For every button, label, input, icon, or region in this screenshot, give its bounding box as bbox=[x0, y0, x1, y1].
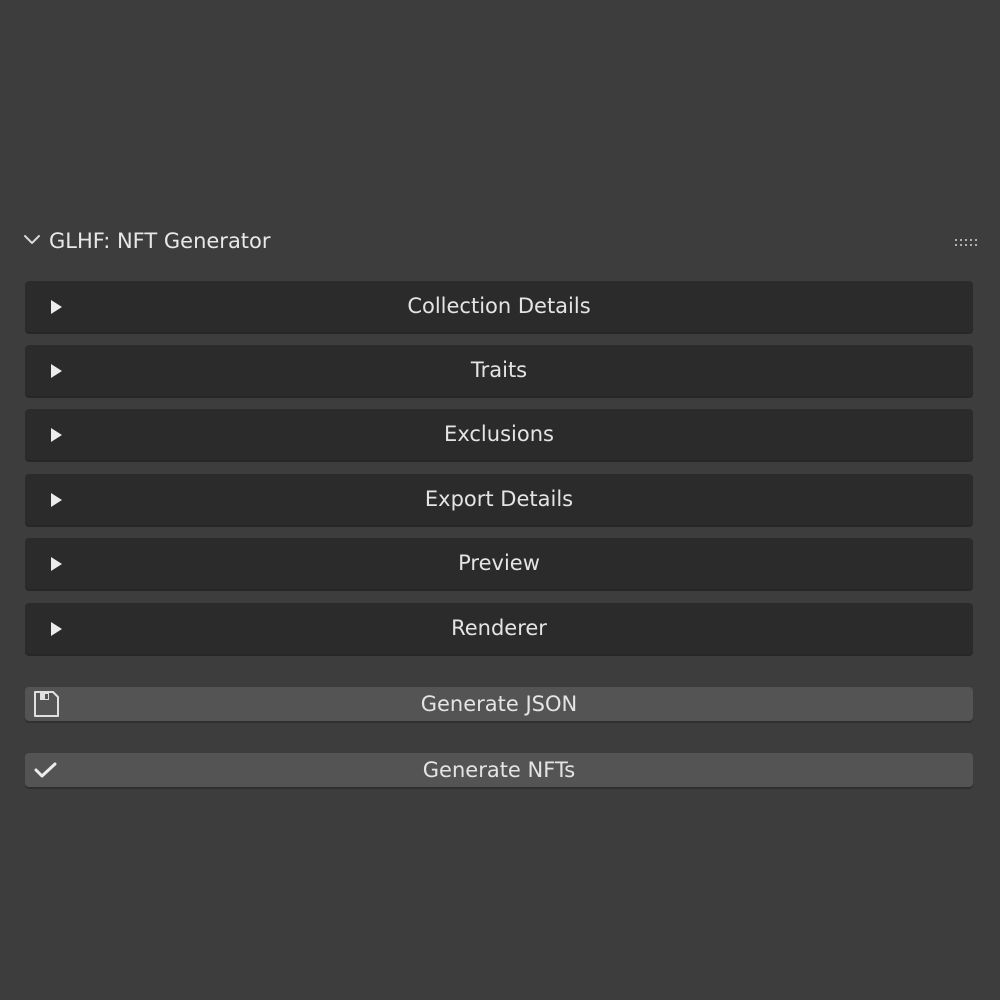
generate-nfts-label: Generate NFTs bbox=[422, 758, 576, 782]
generate-nfts-button[interactable]: Generate NFTs bbox=[25, 753, 973, 787]
chevron-down-icon[interactable] bbox=[22, 232, 42, 248]
subpanel-traits[interactable]: Traits bbox=[25, 345, 973, 396]
subpanel-exclusions[interactable]: Exclusions bbox=[25, 409, 973, 460]
subpanel-label: Renderer bbox=[451, 616, 547, 640]
subpanel-renderer[interactable]: Renderer bbox=[25, 603, 973, 654]
subpanel-label: Preview bbox=[458, 551, 540, 575]
subpanel-label: Exclusions bbox=[444, 422, 554, 446]
subpanel-label: Collection Details bbox=[407, 294, 591, 318]
subpanel-export-details[interactable]: Export Details bbox=[25, 474, 973, 525]
panel-header[interactable]: GLHF: NFT Generator bbox=[0, 222, 1000, 260]
subpanel-label: Export Details bbox=[424, 487, 574, 511]
generate-json-label: Generate JSON bbox=[420, 692, 578, 716]
subpanel-preview[interactable]: Preview bbox=[25, 538, 973, 589]
panel-title: GLHF: NFT Generator bbox=[49, 229, 271, 253]
subpanel-label: Traits bbox=[470, 358, 528, 382]
generate-json-button[interactable]: Generate JSON bbox=[25, 687, 973, 721]
subpanel-collection-details[interactable]: Collection Details bbox=[25, 281, 973, 332]
drag-handle-icon[interactable] bbox=[954, 234, 978, 246]
